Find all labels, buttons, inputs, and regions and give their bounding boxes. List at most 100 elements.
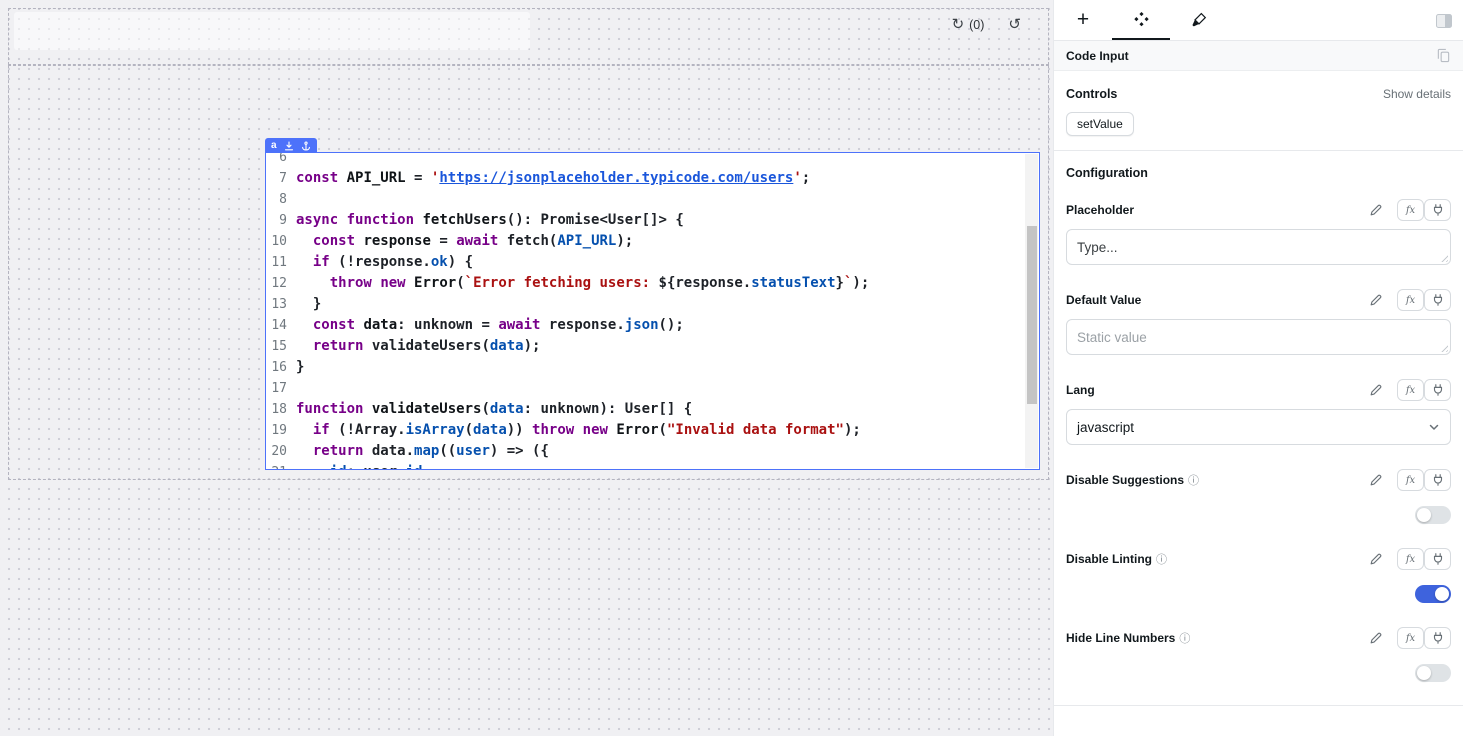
fx-button[interactable]: fx xyxy=(1397,469,1424,491)
code-line: 21 id: user.id, xyxy=(270,462,1025,469)
code-line: 13 } xyxy=(270,294,1025,315)
code-line: 15 return validateUsers(data); xyxy=(270,336,1025,357)
fx-icon: fx xyxy=(1406,205,1415,216)
bottom-divider xyxy=(1054,705,1463,706)
controls-section: Controls Show details setValue xyxy=(1054,71,1463,150)
lang-select[interactable]: javascript xyxy=(1066,409,1451,445)
fx-icon: fx xyxy=(1406,633,1415,644)
connect-button[interactable] xyxy=(1424,469,1451,491)
components-icon xyxy=(1133,11,1150,28)
connect-button[interactable] xyxy=(1424,199,1451,221)
chevron-down-icon xyxy=(1428,421,1440,433)
collapse-panel-button[interactable] xyxy=(1435,0,1453,41)
panel-toggle-icon xyxy=(1435,12,1453,30)
app-canvas[interactable]: ↻ (0) ↺ a 67const API_URL = 'https://jso… xyxy=(0,0,1053,736)
connect-button[interactable] xyxy=(1424,379,1451,401)
plug-icon xyxy=(1431,203,1445,217)
inspector-tabs: + xyxy=(1054,0,1463,41)
code-line: 10 const response = await fetch(API_URL)… xyxy=(270,231,1025,252)
pencil-icon xyxy=(1369,203,1383,217)
pencil-icon xyxy=(1369,293,1383,307)
connect-button[interactable] xyxy=(1424,289,1451,311)
tab-styles[interactable] xyxy=(1170,0,1228,40)
pencil-icon xyxy=(1369,631,1383,645)
configuration-title: Configuration xyxy=(1066,166,1451,180)
plug-icon xyxy=(1431,631,1445,645)
code-line: 18function validateUsers(data: unknown):… xyxy=(270,399,1025,420)
edit-button[interactable] xyxy=(1365,627,1387,649)
resize-grip[interactable] xyxy=(1439,253,1448,262)
resize-grip[interactable] xyxy=(1439,343,1448,352)
property-placeholder: Placeholder fx Type... xyxy=(1066,198,1451,265)
edit-button[interactable] xyxy=(1365,469,1387,491)
property-label: Disable Suggestions xyxy=(1066,473,1184,487)
fx-icon: fx xyxy=(1406,295,1415,306)
code-line: 16} xyxy=(270,357,1025,378)
setvalue-action-chip[interactable]: setValue xyxy=(1066,112,1134,136)
disable-linting-toggle[interactable] xyxy=(1415,585,1451,603)
tab-properties[interactable] xyxy=(1112,0,1170,40)
brush-icon xyxy=(1191,12,1207,28)
code-line: 12 throw new Error(`Error fetching users… xyxy=(270,273,1025,294)
property-label: Lang xyxy=(1066,383,1095,397)
placeholder-input[interactable]: Type... xyxy=(1066,229,1451,265)
property-label: Default Value xyxy=(1066,293,1141,307)
property-label: Disable Linting xyxy=(1066,552,1152,566)
property-disable-suggestions: Disable Suggestions ⓘ fx xyxy=(1066,468,1451,524)
property-lang: Lang fx javascript xyxy=(1066,378,1451,445)
code-input-widget[interactable]: a 67const API_URL = 'https://jsonplaceho… xyxy=(265,152,1040,470)
plug-icon xyxy=(1431,473,1445,487)
property-label: Hide Line Numbers xyxy=(1066,631,1175,645)
code-lines: 67const API_URL = 'https://jsonplacehold… xyxy=(270,153,1025,469)
fx-button[interactable]: fx xyxy=(1397,627,1424,649)
code-line: 17 xyxy=(270,378,1025,399)
fx-button[interactable]: fx xyxy=(1397,289,1424,311)
tab-add-component[interactable]: + xyxy=(1054,0,1112,40)
history-icon: ↺ xyxy=(1008,17,1021,32)
widget-tag-label: a xyxy=(271,140,277,151)
property-label: Placeholder xyxy=(1066,203,1134,217)
disable-suggestions-toggle[interactable] xyxy=(1415,506,1451,524)
sync-count-label: (0) xyxy=(969,18,984,32)
editor-scrollbar-thumb[interactable] xyxy=(1027,226,1037,404)
configuration-section: Configuration Placeholder fx Type... xyxy=(1054,151,1463,682)
fx-button[interactable]: fx xyxy=(1397,199,1424,221)
property-hide-line-numbers: Hide Line Numbers ⓘ fx xyxy=(1066,626,1451,682)
fx-button[interactable]: fx xyxy=(1397,548,1424,570)
code-line: 19 if (!Array.isArray(data)) throw new E… xyxy=(270,420,1025,441)
docs-icon[interactable] xyxy=(1436,48,1451,63)
show-details-link[interactable]: Show details xyxy=(1383,87,1451,101)
controls-title: Controls xyxy=(1066,87,1117,101)
widget-insert-icon xyxy=(284,141,294,151)
default-value-input[interactable]: Static value xyxy=(1066,319,1451,355)
pencil-icon xyxy=(1369,383,1383,397)
pencil-icon xyxy=(1369,552,1383,566)
widget-tag[interactable]: a xyxy=(265,138,317,153)
code-editor[interactable]: 67const API_URL = 'https://jsonplacehold… xyxy=(266,153,1039,469)
editor-scrollbar-track xyxy=(1025,154,1038,468)
fx-icon: fx xyxy=(1406,385,1415,396)
code-line: 8 xyxy=(270,189,1025,210)
plug-icon xyxy=(1431,383,1445,397)
code-line: 20 return data.map((user) => ({ xyxy=(270,441,1025,462)
fx-icon: fx xyxy=(1406,554,1415,565)
sync-changes-button[interactable]: ↻ (0) xyxy=(946,13,991,36)
info-icon[interactable]: ⓘ xyxy=(1156,551,1167,567)
app-builder: ↻ (0) ↺ a 67const API_URL = 'https://jso… xyxy=(0,0,1463,736)
edit-button[interactable] xyxy=(1365,289,1387,311)
hide-line-numbers-toggle[interactable] xyxy=(1415,664,1451,682)
connect-button[interactable] xyxy=(1424,627,1451,649)
edit-button[interactable] xyxy=(1365,199,1387,221)
info-icon[interactable]: ⓘ xyxy=(1188,472,1199,488)
code-line: 6 xyxy=(270,153,1025,168)
connect-button[interactable] xyxy=(1424,548,1451,570)
code-line: 9async function fetchUsers(): Promise<Us… xyxy=(270,210,1025,231)
inspector-panel: + Code Input Controls Show details setVa… xyxy=(1053,0,1463,736)
edit-button[interactable] xyxy=(1365,548,1387,570)
canvas-toolbar: ↻ (0) ↺ xyxy=(946,13,1027,36)
history-button[interactable]: ↺ xyxy=(1002,13,1027,36)
plug-icon xyxy=(1431,293,1445,307)
info-icon[interactable]: ⓘ xyxy=(1179,630,1190,646)
edit-button[interactable] xyxy=(1365,379,1387,401)
fx-button[interactable]: fx xyxy=(1397,379,1424,401)
